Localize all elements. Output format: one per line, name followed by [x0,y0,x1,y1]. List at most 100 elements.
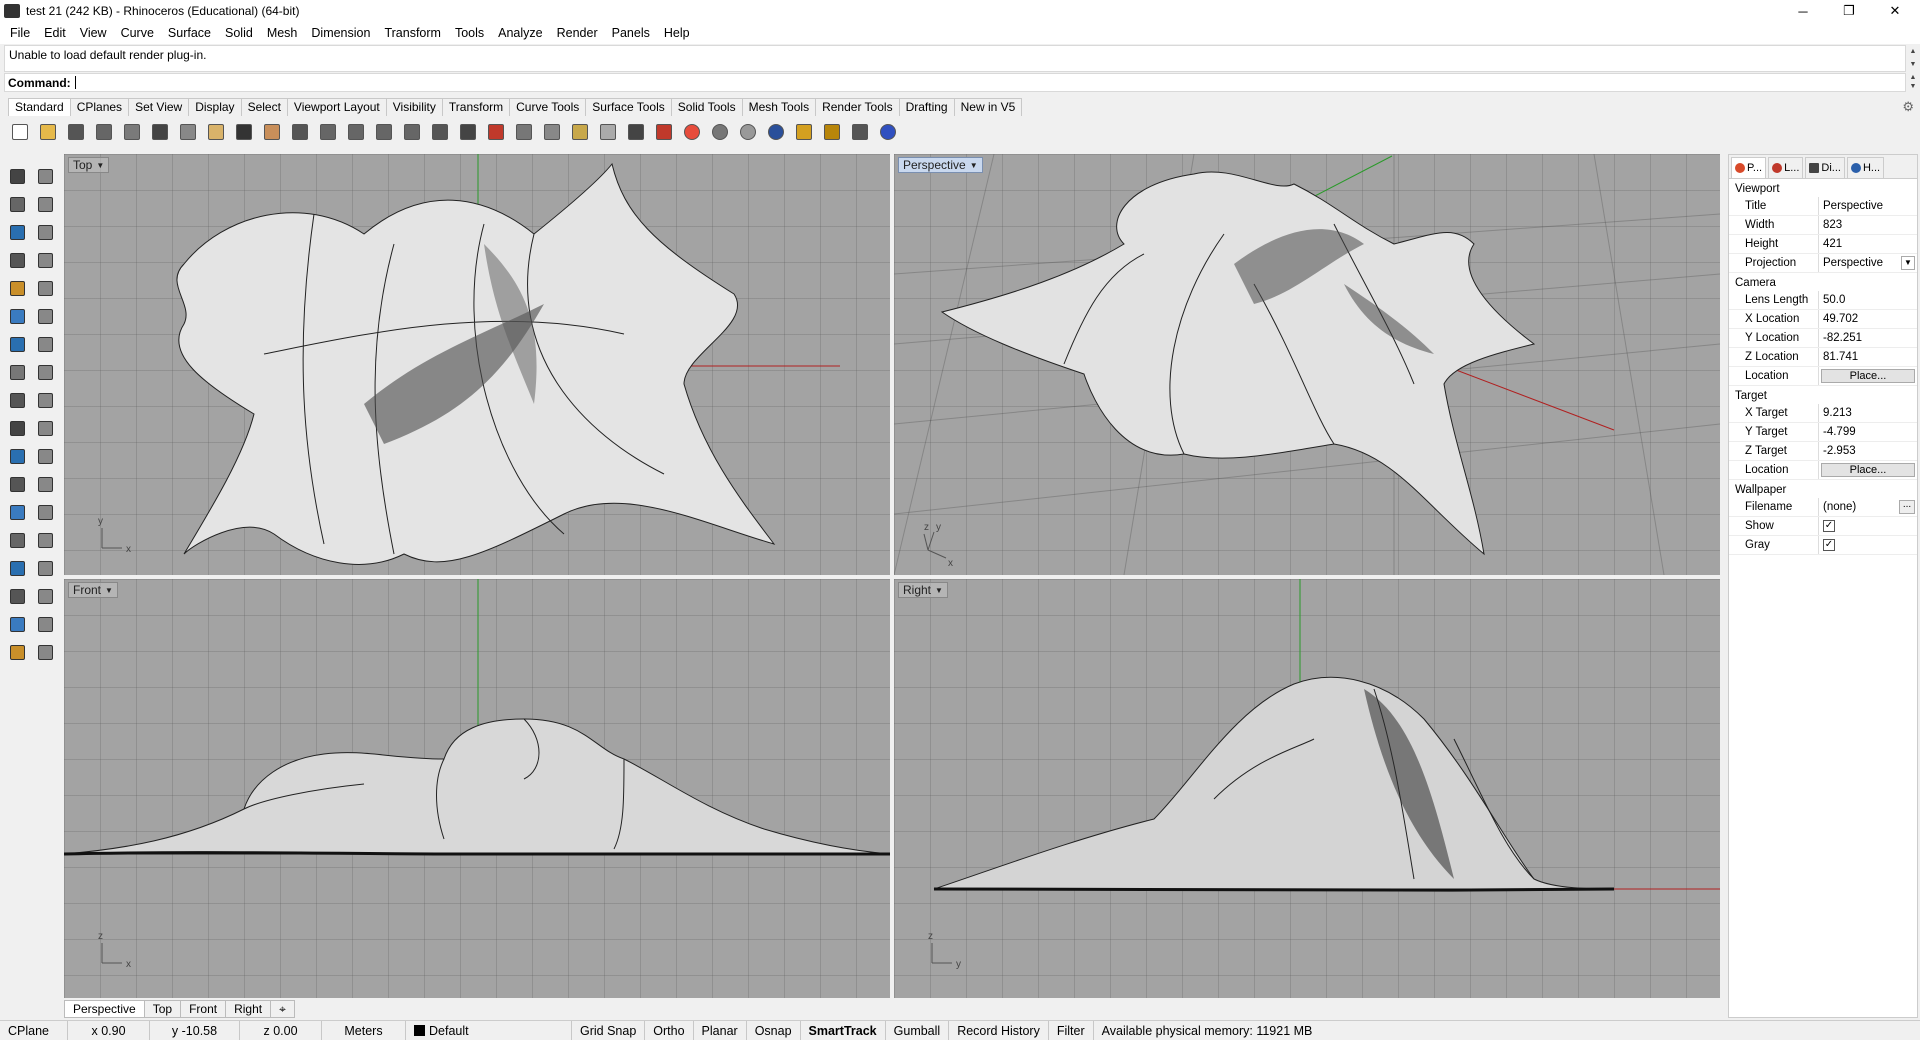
color-wheel-icon[interactable] [680,120,704,144]
status-filter[interactable]: Filter [1049,1020,1094,1040]
layer-icon[interactable] [652,120,676,144]
tab-display[interactable]: Display [188,98,242,116]
tab-solid-tools[interactable]: Solid Tools [670,98,743,116]
open-folder-icon[interactable] [36,120,60,144]
curve-icon[interactable] [34,193,56,215]
solid-union-icon[interactable] [34,333,56,355]
status-osnap[interactable]: Osnap [747,1020,801,1040]
menu-dimension[interactable]: Dimension [304,23,377,43]
menu-help[interactable]: Help [657,23,697,43]
status-gumball[interactable]: Gumball [886,1020,950,1040]
point-icon[interactable] [34,165,56,187]
lightbulb-icon[interactable] [596,120,620,144]
block-icon[interactable] [34,529,56,551]
layout-icon[interactable] [34,557,56,579]
viewport-perspective[interactable]: x y z Perspective ▼ [894,154,1720,575]
tab-standard[interactable]: Standard [8,98,71,116]
gray-checkbox[interactable]: ✓ [1823,539,1835,551]
cut-icon[interactable] [148,120,172,144]
menu-render[interactable]: Render [550,23,605,43]
browse-button[interactable]: ... [1899,500,1915,514]
value-zloc[interactable]: 81.741 [1819,348,1917,366]
camera-place-button[interactable]: Place... [1821,369,1915,383]
lock-icon[interactable] [624,120,648,144]
dimension-icon[interactable] [34,501,56,523]
four-viewports-icon[interactable] [456,120,480,144]
projection-dropdown[interactable]: Perspective ▼ [1819,254,1917,272]
tab-select[interactable]: Select [240,98,288,116]
new-file-icon[interactable] [8,120,32,144]
status-layer[interactable]: Default [406,1020,572,1040]
command-input[interactable] [74,76,76,89]
command-line[interactable]: Command: [4,73,1906,92]
arc-icon[interactable] [6,277,28,299]
tab-visibility[interactable]: Visibility [385,98,443,116]
toolbar-options-gear-icon[interactable]: ⚙ [1902,99,1914,115]
tab-new-in-v5[interactable]: New in V5 [953,98,1023,116]
split-icon[interactable] [34,417,56,439]
status-smarttrack[interactable]: SmartTrack [801,1020,886,1040]
zoom-extents-icon[interactable] [372,120,396,144]
paint-icon[interactable] [34,641,56,663]
circle-icon[interactable] [6,221,28,243]
vptab-right[interactable]: Right [225,1000,272,1018]
tab-surface-tools[interactable]: Surface Tools [585,98,672,116]
maximize-button[interactable]: ❐ [1826,0,1872,22]
menu-surface[interactable]: Surface [161,23,218,43]
status-planar[interactable]: Planar [694,1020,747,1040]
menu-file[interactable]: File [3,23,37,43]
close-button[interactable]: ✕ [1872,0,1918,22]
mesh-icon[interactable] [6,445,28,467]
material-icon[interactable] [6,641,28,663]
viewport-divider-vertical[interactable] [890,154,894,998]
grasshopper-icon[interactable] [848,120,872,144]
snapshot-icon[interactable] [792,120,816,144]
cylinder-icon[interactable] [6,361,28,383]
viewport-front[interactable]: x z Front ▼ [64,579,890,998]
value-ztarget[interactable]: -2.953 [1819,442,1917,460]
analyze-icon[interactable] [6,613,28,635]
target-place-button[interactable]: Place... [1821,463,1915,477]
menu-panels[interactable]: Panels [605,23,657,43]
scale-icon[interactable] [34,473,56,495]
minimize-button[interactable]: ─ [1780,0,1826,22]
menu-mesh[interactable]: Mesh [260,23,305,43]
vptab-front[interactable]: Front [180,1000,227,1018]
print-icon[interactable] [92,120,116,144]
viewport-right[interactable]: y z Right ▼ [894,579,1720,998]
vptab-perspective[interactable]: Perspective [64,1000,145,1018]
extrude-icon[interactable] [34,361,56,383]
shaded-sphere-icon[interactable] [708,120,732,144]
zoom-icon[interactable] [316,120,340,144]
boolean-icon[interactable] [34,445,56,467]
polyline-icon[interactable] [6,193,28,215]
menu-analyze[interactable]: Analyze [491,23,549,43]
status-record-history[interactable]: Record History [949,1020,1049,1040]
text-icon[interactable] [6,501,28,523]
chevron-down-icon[interactable]: ▼ [1901,256,1915,270]
history-scrollbar[interactable]: ▲ ▼ [1906,45,1920,72]
save-icon[interactable] [64,120,88,144]
value-xtarget[interactable]: 9.213 [1819,404,1917,422]
array-icon[interactable] [6,585,28,607]
render-object-icon[interactable] [6,557,28,579]
vptab-top[interactable]: Top [143,1000,182,1018]
status-ortho[interactable]: Ortho [645,1020,694,1040]
import-icon[interactable] [120,120,144,144]
undo-icon[interactable] [232,120,256,144]
surface-corner-icon[interactable] [6,305,28,327]
tab-render-tools[interactable]: Render Tools [815,98,900,116]
status-cplane[interactable]: CPlane [0,1020,68,1040]
tab-curve-tools[interactable]: Curve Tools [509,98,587,116]
menu-tools[interactable]: Tools [448,23,491,43]
viewport-title-front[interactable]: Front ▼ [68,582,118,598]
ellipse-icon[interactable] [34,221,56,243]
check-icon[interactable] [34,613,56,635]
value-height[interactable]: 421 [1819,235,1917,253]
status-grid-snap[interactable]: Grid Snap [572,1020,646,1040]
tab-transform[interactable]: Transform [441,98,511,116]
menu-view[interactable]: View [73,23,114,43]
tab-mesh-tools[interactable]: Mesh Tools [741,98,817,116]
group-icon[interactable] [6,529,28,551]
explode-icon[interactable] [6,389,28,411]
